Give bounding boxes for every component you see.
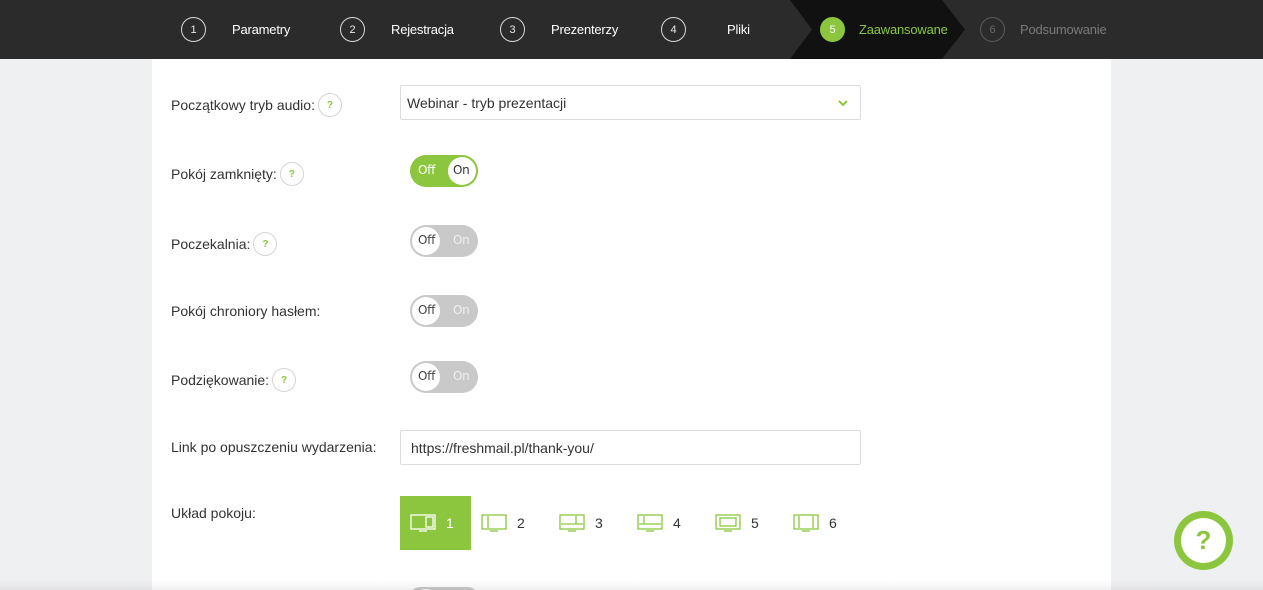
layout-3-icon: [559, 514, 585, 532]
layout-2-icon: [481, 514, 507, 532]
layout-number: 2: [517, 515, 525, 531]
step-rejestracja[interactable]: 2 Rejestracja: [340, 0, 454, 59]
advanced-settings-panel: Początkowy tryb audio: ? Webinar - tryb …: [152, 59, 1111, 590]
exit-link-input[interactable]: https://freshmail.pl/thank-you/: [400, 430, 861, 465]
step-podsumowanie[interactable]: 6 Podsumowanie: [980, 0, 1107, 59]
layout-number: 3: [595, 515, 603, 531]
step-number: 1: [181, 17, 206, 42]
password-room-label: Pokój chroniory hasłem:: [171, 303, 321, 319]
layout-option-4[interactable]: 4: [627, 496, 705, 550]
layout-option-1[interactable]: 1: [400, 496, 471, 550]
password-room-row: Pokój chroniory hasłem:: [171, 303, 320, 319]
step-zaawansowane[interactable]: 5 Zaawansowane: [820, 0, 948, 59]
layout-1-icon: [410, 514, 436, 532]
step-number: 2: [340, 17, 365, 42]
step-label: Pliki: [727, 22, 750, 37]
help-icon[interactable]: ?: [279, 162, 304, 186]
exit-link-label: Link po opuszczeniu wydarzenia:: [171, 439, 377, 455]
waiting-room-toggle[interactable]: Off On: [410, 225, 478, 257]
chevron-down-icon: [838, 100, 848, 107]
exit-link-row: Link po opuszczeniu wydarzenia:: [171, 439, 376, 455]
step-label: Parametry: [232, 22, 291, 37]
step-number: 4: [661, 17, 686, 42]
toggle-off-label: Off: [418, 163, 435, 177]
thanks-toggle[interactable]: Off On: [410, 361, 478, 393]
toggle-off-label: Off: [418, 303, 435, 317]
step-label: Podsumowanie: [1020, 22, 1107, 37]
layout-option-3[interactable]: 3: [549, 496, 627, 550]
step-parametry[interactable]: 1 Parametry: [181, 0, 290, 59]
room-layout-row: Układ pokoju:: [171, 505, 256, 521]
layout-option-6[interactable]: 6: [783, 496, 861, 550]
closed-room-toggle[interactable]: Off On: [410, 155, 478, 187]
step-number: 5: [820, 17, 845, 42]
waiting-room-label: Poczekalnia:: [171, 236, 251, 252]
layout-number: 6: [829, 515, 837, 531]
step-number: 3: [500, 17, 525, 42]
audio-mode-value: Webinar - tryb prezentacji: [407, 94, 567, 111]
room-layout-label: Układ pokoju:: [171, 505, 256, 521]
help-icon[interactable]: ?: [317, 93, 342, 117]
thanks-label: Podziękowanie:: [171, 372, 270, 388]
wizard-stepper: 1 Parametry 2 Rejestracja 3 Prezenterzy …: [0, 0, 1263, 59]
step-label: Prezenterzy: [551, 22, 619, 37]
bottom-shadow: [0, 580, 1263, 590]
toggle-off-label: Off: [418, 233, 435, 247]
waiting-room-row: Poczekalnia: ?: [171, 232, 278, 256]
question-mark-icon: ?: [1181, 518, 1226, 563]
audio-mode-select[interactable]: Webinar - tryb prezentacji: [400, 85, 861, 120]
audio-mode-label: Początkowy tryb audio:: [171, 97, 315, 113]
step-number: 6: [980, 17, 1005, 42]
layout-6-icon: [793, 514, 819, 532]
closed-room-row: Pokój zamknięty: ?: [171, 162, 304, 186]
thanks-row: Podziękowanie: ?: [171, 368, 297, 392]
layout-4-icon: [637, 514, 663, 532]
toggle-on-label: On: [453, 303, 470, 317]
audio-mode-row: Początkowy tryb audio: ?: [171, 93, 342, 117]
step-prezenterzy[interactable]: 3 Prezenterzy: [500, 0, 618, 59]
closed-room-label: Pokój zamknięty:: [171, 166, 277, 182]
step-label: Zaawansowane: [859, 22, 948, 37]
help-icon[interactable]: ?: [253, 232, 278, 256]
layout-5-icon: [715, 514, 741, 532]
layout-number: 5: [751, 515, 759, 531]
layout-option-2[interactable]: 2: [471, 496, 549, 550]
password-room-toggle[interactable]: Off On: [410, 295, 478, 327]
toggle-on-label: On: [453, 369, 470, 383]
layout-number: 1: [446, 515, 454, 531]
toggle-on-label: On: [453, 233, 470, 247]
exit-link-value: https://freshmail.pl/thank-you/: [411, 439, 594, 456]
room-layout-options: 1 2 3 4 5 6: [400, 496, 861, 550]
help-icon[interactable]: ?: [272, 368, 297, 392]
layout-number: 4: [673, 515, 681, 531]
toggle-on-label: On: [453, 163, 470, 177]
floating-help-button[interactable]: ?: [1174, 511, 1233, 570]
layout-option-5[interactable]: 5: [705, 496, 783, 550]
toggle-off-label: Off: [418, 369, 435, 383]
step-pliki[interactable]: 4 Pliki: [661, 0, 750, 59]
step-label: Rejestracja: [391, 22, 454, 37]
